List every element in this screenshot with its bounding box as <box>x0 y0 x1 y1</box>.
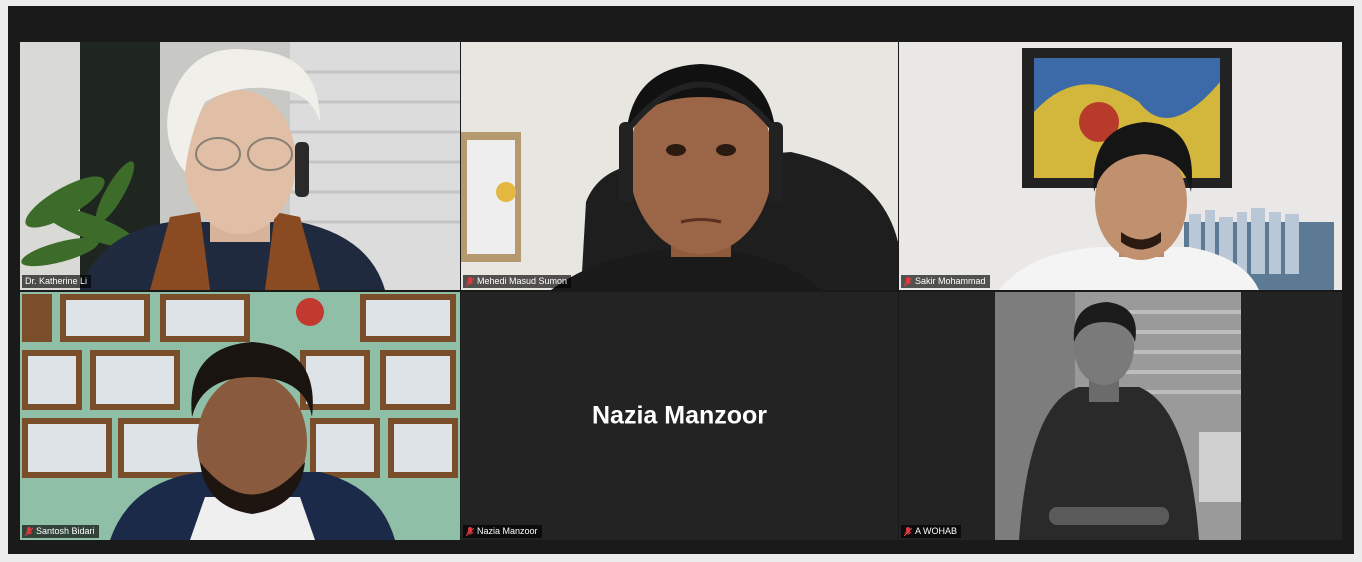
name-tag: Sakir Mohammad <box>901 275 990 288</box>
participant-tile-nazia-manzoor[interactable]: Nazia Manzoor Nazia Manzoor <box>461 292 898 540</box>
video-feed <box>20 292 460 540</box>
muted-mic-icon <box>466 526 474 536</box>
muted-mic-icon <box>904 276 912 286</box>
video-call-gallery: Dr. Katherine Li Mehedi Masud Sumon Saki… <box>8 6 1354 554</box>
name-tag: Mehedi Masud Sumon <box>463 275 572 288</box>
participant-tile-katherine-li[interactable]: Dr. Katherine Li <box>20 42 460 290</box>
participant-tile-sakir-mohammad[interactable]: Sakir Mohammad <box>899 42 1342 290</box>
muted-mic-icon <box>466 276 474 286</box>
participant-name: Mehedi Masud Sumon <box>477 276 568 286</box>
muted-mic-icon <box>25 526 33 536</box>
name-tag: Santosh Bidari <box>22 525 99 538</box>
muted-mic-icon <box>904 526 912 536</box>
video-feed <box>461 42 898 290</box>
participant-tile-a-wohab[interactable]: A WOHAB <box>899 292 1342 540</box>
name-tag: A WOHAB <box>901 525 962 538</box>
participant-tile-santosh-bidari[interactable]: Santosh Bidari <box>20 292 460 540</box>
participant-tile-mehedi-masud-sumon[interactable]: Mehedi Masud Sumon <box>461 42 898 290</box>
name-tag: Dr. Katherine Li <box>22 275 92 288</box>
video-feed <box>995 292 1241 540</box>
participant-name: Nazia Manzoor <box>477 526 538 536</box>
participant-name: Santosh Bidari <box>36 526 95 536</box>
participant-name: Sakir Mohammad <box>915 276 986 286</box>
name-tag: Nazia Manzoor <box>463 525 542 538</box>
participant-display-name: Nazia Manzoor <box>591 401 768 430</box>
participant-name: Dr. Katherine Li <box>25 276 88 286</box>
video-feed <box>899 42 1342 290</box>
participant-name: A WOHAB <box>915 526 958 536</box>
video-feed <box>20 42 460 290</box>
